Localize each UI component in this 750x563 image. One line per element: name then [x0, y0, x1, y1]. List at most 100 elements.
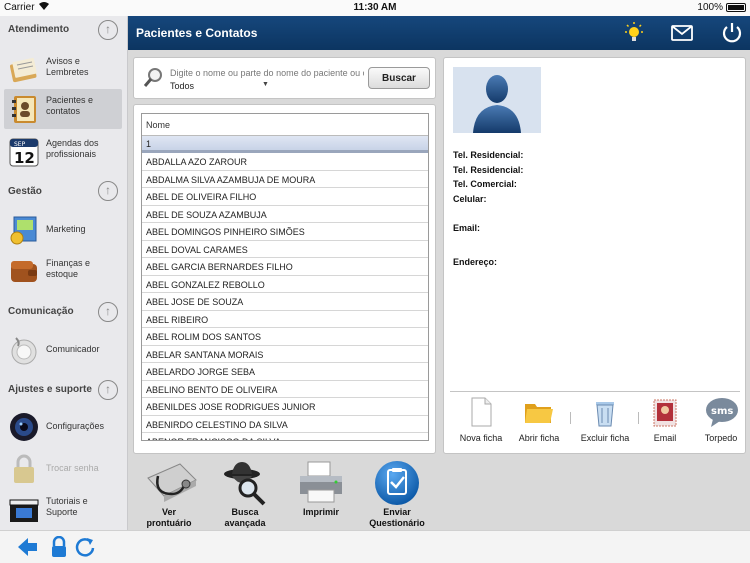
- list-item[interactable]: 1: [142, 136, 428, 153]
- battery-icon: [726, 3, 746, 12]
- sidebar-item-label: Configurações: [46, 421, 105, 431]
- document-icon: [465, 396, 497, 428]
- search-button[interactable]: Buscar: [368, 67, 430, 89]
- section-header-comunicacao: Comunicação: [8, 306, 74, 317]
- settings-lens-icon: [8, 411, 40, 443]
- battery-indicator: 100%: [697, 2, 746, 13]
- communicator-icon: [8, 334, 40, 366]
- list-item[interactable]: ABEL DOMINGOS PINHEIRO SIMÕES: [142, 223, 428, 241]
- list-item[interactable]: ABDALMA SILVA AZAMBUJA DE MOURA: [142, 171, 428, 188]
- action-label: Excluir ficha: [580, 433, 630, 443]
- advanced-search-button[interactable]: Busca avançada: [212, 460, 278, 530]
- marketing-icon: [8, 214, 40, 246]
- action-label: Email: [653, 433, 677, 443]
- list-item[interactable]: ABENOR FRANCISCO DA SILVA: [142, 433, 428, 440]
- chevron-down-icon[interactable]: ▼: [262, 81, 269, 88]
- lock-icon[interactable]: [48, 535, 70, 558]
- sidebar-item-label: Agendas dos profissionais: [46, 138, 99, 159]
- bottom-toolbar: [0, 530, 750, 563]
- back-arrow-icon[interactable]: [16, 536, 38, 558]
- list-item[interactable]: ABEL GONZALEZ REBOLLO: [142, 276, 428, 293]
- delete-record-button[interactable]: Excluir ficha: [576, 396, 634, 448]
- section-header-ajustes: Ajustes e suporte: [8, 384, 92, 395]
- list-item[interactable]: ABDALLA AZO ZAROUR: [142, 153, 428, 171]
- mail-icon[interactable]: [670, 21, 694, 45]
- printer-icon: [296, 460, 346, 506]
- tool-label: Busca: [231, 507, 259, 517]
- patient-list[interactable]: Nome 1 ABDALLA AZO ZAROUR ABDALMA SILVA …: [141, 113, 429, 441]
- trash-icon: [589, 396, 621, 428]
- tool-label: Enviar: [383, 507, 411, 517]
- celular-label: Celular:: [453, 194, 487, 204]
- list-item[interactable]: ABELARDO JORGE SEBA: [142, 363, 428, 381]
- search-input[interactable]: Digite o nome ou parte do nome do pacien…: [170, 68, 364, 78]
- sidebar-item-configuracoes[interactable]: Configurações: [4, 407, 122, 447]
- sms-badge: sms: [711, 406, 733, 417]
- filter-select[interactable]: Todos: [170, 81, 194, 91]
- sidebar: Atendimento ↑ Avisos e Lembretes Pacient…: [0, 16, 128, 530]
- action-label: Torpedo: [704, 433, 738, 443]
- patient-list-panel: Nome 1 ABDALLA AZO ZAROUR ABDALMA SILVA …: [133, 104, 436, 454]
- sidebar-item-label: Pacientes e contatos: [46, 95, 94, 116]
- folder-icon: [523, 396, 555, 428]
- action-label: Nova ficha: [459, 433, 503, 443]
- list-item[interactable]: ABELAR SANTANA MORAIS: [142, 346, 428, 363]
- list-item[interactable]: ABEL JOSE DE SOUZA: [142, 293, 428, 311]
- sms-icon: sms: [705, 396, 738, 428]
- clock: 11:30 AM: [353, 2, 397, 13]
- tel-residencial-2-label: Tel. Residencial:: [453, 165, 524, 175]
- sidebar-item-comunicador[interactable]: Comunicador: [4, 330, 122, 370]
- clipboard-check-icon: [372, 460, 422, 506]
- sidebar-item-agendas[interactable]: SEP 12 Agendas dos profissionais: [4, 132, 122, 172]
- app-header: Pacientes e Contatos: [128, 16, 750, 50]
- column-header-nome[interactable]: Nome: [142, 114, 428, 136]
- tool-label-2: prontuário: [146, 518, 192, 528]
- notes-icon: [8, 54, 40, 86]
- lightbulb-icon[interactable]: [622, 21, 646, 45]
- list-item[interactable]: ABENIRDO CELESTINO DA SILVA: [142, 416, 428, 433]
- send-questionnaire-button[interactable]: Enviar Questionário: [364, 460, 430, 530]
- view-record-button[interactable]: Ver prontuário: [136, 460, 202, 530]
- sidebar-item-financas[interactable]: Finanças e estoque: [4, 252, 122, 292]
- list-item[interactable]: ABENILDES JOSE RODRIGUES JUNIOR: [142, 398, 428, 416]
- sidebar-item-marketing[interactable]: Marketing: [4, 210, 122, 250]
- sidebar-item-label: Avisos e Lembretes: [46, 56, 89, 77]
- separator: [570, 412, 571, 424]
- email-label: Email:: [453, 223, 481, 233]
- sidebar-item-trocar-senha[interactable]: Trocar senha: [4, 449, 122, 489]
- section-header-atendimento: Atendimento: [8, 24, 70, 35]
- wallet-icon: [8, 256, 40, 288]
- open-record-button[interactable]: Abrir ficha: [510, 396, 568, 448]
- video-icon: [8, 494, 40, 526]
- sidebar-item-label: Finanças e estoque: [46, 258, 91, 279]
- list-item[interactable]: ABEL DOVAL CARAMES: [142, 241, 428, 258]
- sms-button[interactable]: sms Torpedo: [692, 396, 750, 448]
- sidebar-item-avisos[interactable]: Avisos e Lembretes: [4, 50, 122, 90]
- search-panel: Digite o nome ou parte do nome do pacien…: [133, 57, 436, 99]
- print-button[interactable]: Imprimir: [288, 460, 354, 530]
- stethoscope-icon: [144, 460, 197, 506]
- collapse-ajustes-button[interactable]: ↑: [98, 380, 118, 400]
- collapse-gestao-button[interactable]: ↑: [98, 181, 118, 201]
- list-item[interactable]: ABEL GARCIA BERNARDES FILHO: [142, 258, 428, 276]
- calendar-day: 12: [14, 149, 35, 167]
- patient-detail-panel: Tel. Residencial: Tel. Residencial: Tel.…: [443, 57, 746, 454]
- list-item[interactable]: ABEL DE SOUZA AZAMBUJA: [142, 206, 428, 223]
- contacts-book-icon: [8, 93, 40, 125]
- refresh-icon[interactable]: [74, 536, 96, 558]
- list-item[interactable]: ABEL DE OLIVEIRA FILHO: [142, 188, 428, 206]
- sidebar-item-pacientes[interactable]: Pacientes e contatos: [4, 89, 122, 129]
- list-item[interactable]: ABEL RIBEIRO: [142, 311, 428, 328]
- tool-label-2: avançada: [224, 518, 266, 528]
- list-item[interactable]: ABEL ROLIM DOS SANTOS: [142, 328, 428, 346]
- tel-comercial-label: Tel. Comercial:: [453, 179, 517, 189]
- email-button[interactable]: Email: [636, 396, 694, 448]
- list-item[interactable]: ABELINO BENTO DE OLIVEIRA: [142, 381, 428, 398]
- collapse-comunicacao-button[interactable]: ↑: [98, 302, 118, 322]
- power-icon[interactable]: [720, 21, 744, 45]
- new-record-button[interactable]: Nova ficha: [452, 396, 510, 448]
- sidebar-item-tutoriais[interactable]: Tutoriais e Suporte: [4, 490, 122, 530]
- sidebar-item-label: Tutoriais e Suporte: [46, 496, 88, 517]
- collapse-atendimento-button[interactable]: ↑: [98, 20, 118, 40]
- tool-label: Ver: [161, 507, 176, 517]
